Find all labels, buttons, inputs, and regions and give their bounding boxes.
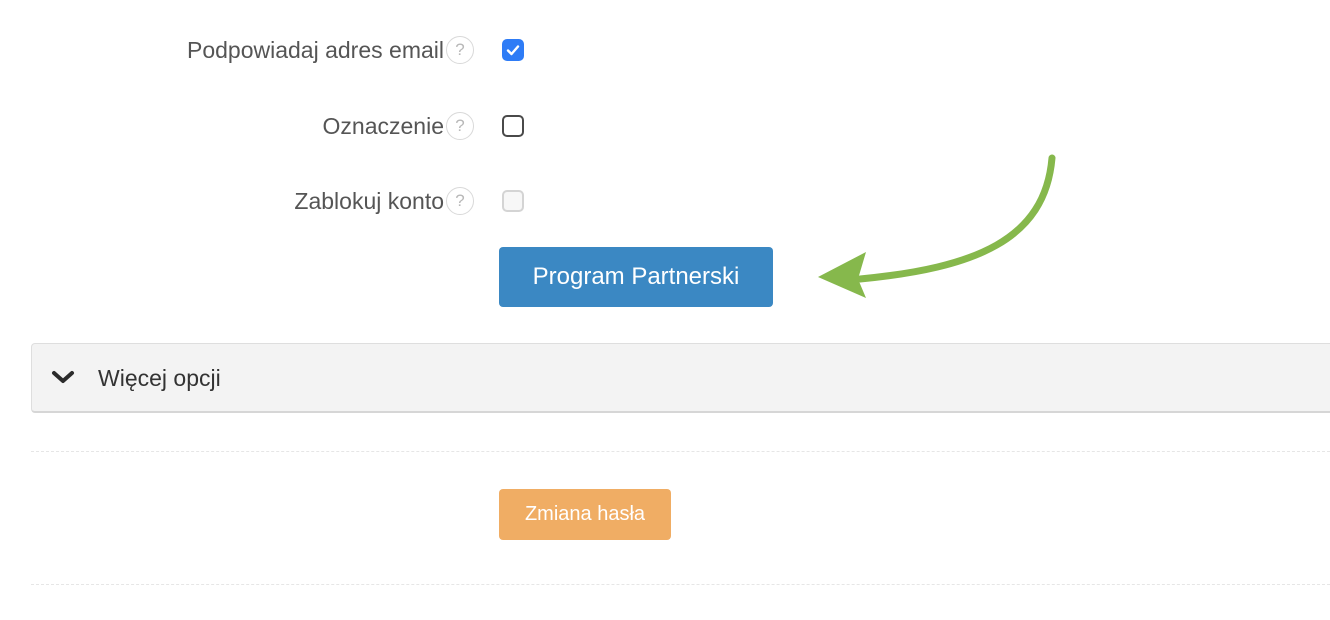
help-icon[interactable]: ? [446, 187, 474, 215]
help-icon[interactable]: ? [446, 36, 474, 64]
curved-arrow-icon [818, 154, 1056, 298]
setting-label-block-account: Zablokuj konto [294, 188, 444, 214]
change-password-button[interactable]: Zmiana hasła [499, 489, 671, 540]
setting-label-email-suggest: Podpowiadaj adres email [187, 37, 444, 63]
chevron-down-icon [52, 371, 74, 383]
more-options-toggle[interactable]: Więcej opcji [31, 343, 1330, 413]
divider [31, 451, 1330, 452]
setting-row-marking: Oznaczenie ? [0, 106, 1330, 146]
divider [31, 584, 1330, 585]
checkmark-icon [506, 45, 520, 56]
marking-checkbox[interactable] [502, 115, 524, 137]
help-icon[interactable]: ? [446, 112, 474, 140]
block-account-checkbox [502, 190, 524, 212]
setting-row-block-account: Zablokuj konto ? [0, 181, 1330, 221]
setting-row-email-suggest: Podpowiadaj adres email ? [0, 30, 1330, 70]
email-suggest-checkbox[interactable] [502, 39, 524, 61]
setting-label-marking: Oznaczenie [322, 113, 444, 139]
partner-program-button[interactable]: Program Partnerski [499, 247, 773, 307]
more-options-label: Więcej opcji [98, 365, 221, 391]
